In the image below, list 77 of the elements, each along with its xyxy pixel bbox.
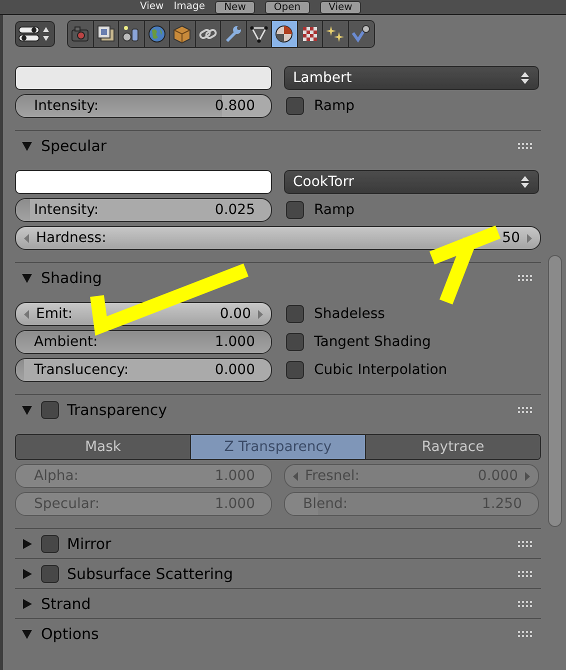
sparkle-icon: [325, 24, 346, 44]
picture-stack-icon: [96, 24, 116, 44]
sphere-icon: [274, 24, 294, 44]
expanded-arrow-icon[interactable]: [21, 404, 33, 416]
grip-icon[interactable]: [517, 630, 533, 638]
color-swatch[interactable]: [15, 170, 272, 194]
checkmark-icon: [351, 24, 372, 44]
header-button[interactable]: New: [215, 0, 255, 14]
scrollbar-thumb[interactable]: [548, 255, 562, 527]
panel-title[interactable]: Specular: [41, 136, 509, 154]
mode-tab[interactable]: Mask: [16, 435, 191, 459]
header-button[interactable]: Open: [264, 0, 310, 14]
wrench-icon: [223, 24, 244, 44]
checkbox[interactable]: [286, 201, 304, 219]
panel-title[interactable]: Shading: [41, 268, 509, 286]
grip-icon[interactable]: [517, 540, 533, 548]
updown-icon: [520, 71, 530, 85]
checkbox[interactable]: [41, 534, 59, 552]
slider-field[interactable]: Intensity: 0.025: [15, 198, 272, 222]
collapsed-arrow-icon[interactable]: [21, 568, 33, 580]
panel-title[interactable]: Transparency: [67, 400, 509, 418]
increment-icon[interactable]: [526, 234, 532, 242]
context-tab[interactable]: [196, 21, 221, 47]
slider-field[interactable]: Ambient: 1.000: [15, 330, 272, 354]
objects-icon: [121, 24, 142, 44]
checkbox[interactable]: [286, 361, 304, 379]
menu-item[interactable]: View: [140, 1, 164, 13]
checkbox-label[interactable]: Shadeless: [314, 306, 385, 322]
number-field[interactable]: Hardness: 50: [15, 226, 541, 250]
context-tab[interactable]: [119, 21, 144, 47]
editor-type-icon: [18, 25, 52, 43]
checkbox-label[interactable]: Cubic Interpolation: [314, 362, 448, 378]
decrement-icon[interactable]: [24, 310, 30, 318]
mode-tab[interactable]: Raytrace: [366, 435, 540, 459]
checkbox[interactable]: [286, 305, 304, 323]
checkbox-label[interactable]: Ramp: [314, 202, 355, 218]
checkbox[interactable]: [41, 400, 59, 418]
mode-tab[interactable]: Z Transparency: [191, 435, 366, 459]
globe-icon: [146, 24, 167, 44]
context-tab[interactable]: [246, 21, 272, 47]
editor-type-button[interactable]: [15, 21, 55, 47]
slider-field[interactable]: Translucency: 0.000: [15, 358, 272, 382]
color-swatch[interactable]: [15, 66, 272, 90]
grip-icon[interactable]: [517, 570, 533, 578]
grip-icon[interactable]: [517, 142, 533, 150]
triangle-icon: [248, 24, 269, 44]
shader-dropdown[interactable]: Lambert: [284, 66, 539, 90]
context-tab[interactable]: [298, 21, 323, 47]
checkbox-label[interactable]: Ramp: [314, 98, 355, 114]
expanded-arrow-icon[interactable]: [21, 628, 33, 640]
panel-title[interactable]: Subsurface Scattering: [67, 564, 509, 582]
camera-icon: [70, 24, 90, 44]
menu-item[interactable]: Image: [174, 1, 206, 13]
grip-icon[interactable]: [517, 600, 533, 608]
expanded-arrow-icon[interactable]: [21, 272, 33, 284]
shader-dropdown[interactable]: CookTorr: [284, 170, 539, 194]
context-tab[interactable]: [348, 21, 374, 47]
context-tab[interactable]: [272, 21, 298, 47]
decrement-icon[interactable]: [24, 234, 30, 242]
cube-icon: [172, 24, 192, 44]
checkbox-label[interactable]: Tangent Shading: [314, 334, 431, 350]
grip-icon[interactable]: [517, 406, 533, 414]
updown-icon: [520, 175, 530, 189]
view-dropdown[interactable]: View: [320, 0, 362, 14]
checkbox[interactable]: [286, 97, 304, 115]
collapsed-arrow-icon[interactable]: [21, 598, 33, 610]
slider-field[interactable]: Intensity: 0.800: [15, 94, 272, 118]
checkbox[interactable]: [286, 333, 304, 351]
increment-icon[interactable]: [257, 310, 263, 318]
panel-title[interactable]: Strand: [41, 594, 509, 612]
panel-title[interactable]: Mirror: [67, 534, 509, 552]
panel-title[interactable]: Options: [41, 624, 509, 642]
checkbox[interactable]: [41, 564, 59, 582]
collapsed-arrow-icon[interactable]: [21, 538, 33, 550]
grip-icon[interactable]: [517, 274, 533, 282]
context-tab[interactable]: [94, 21, 119, 47]
expanded-arrow-icon[interactable]: [21, 140, 33, 152]
